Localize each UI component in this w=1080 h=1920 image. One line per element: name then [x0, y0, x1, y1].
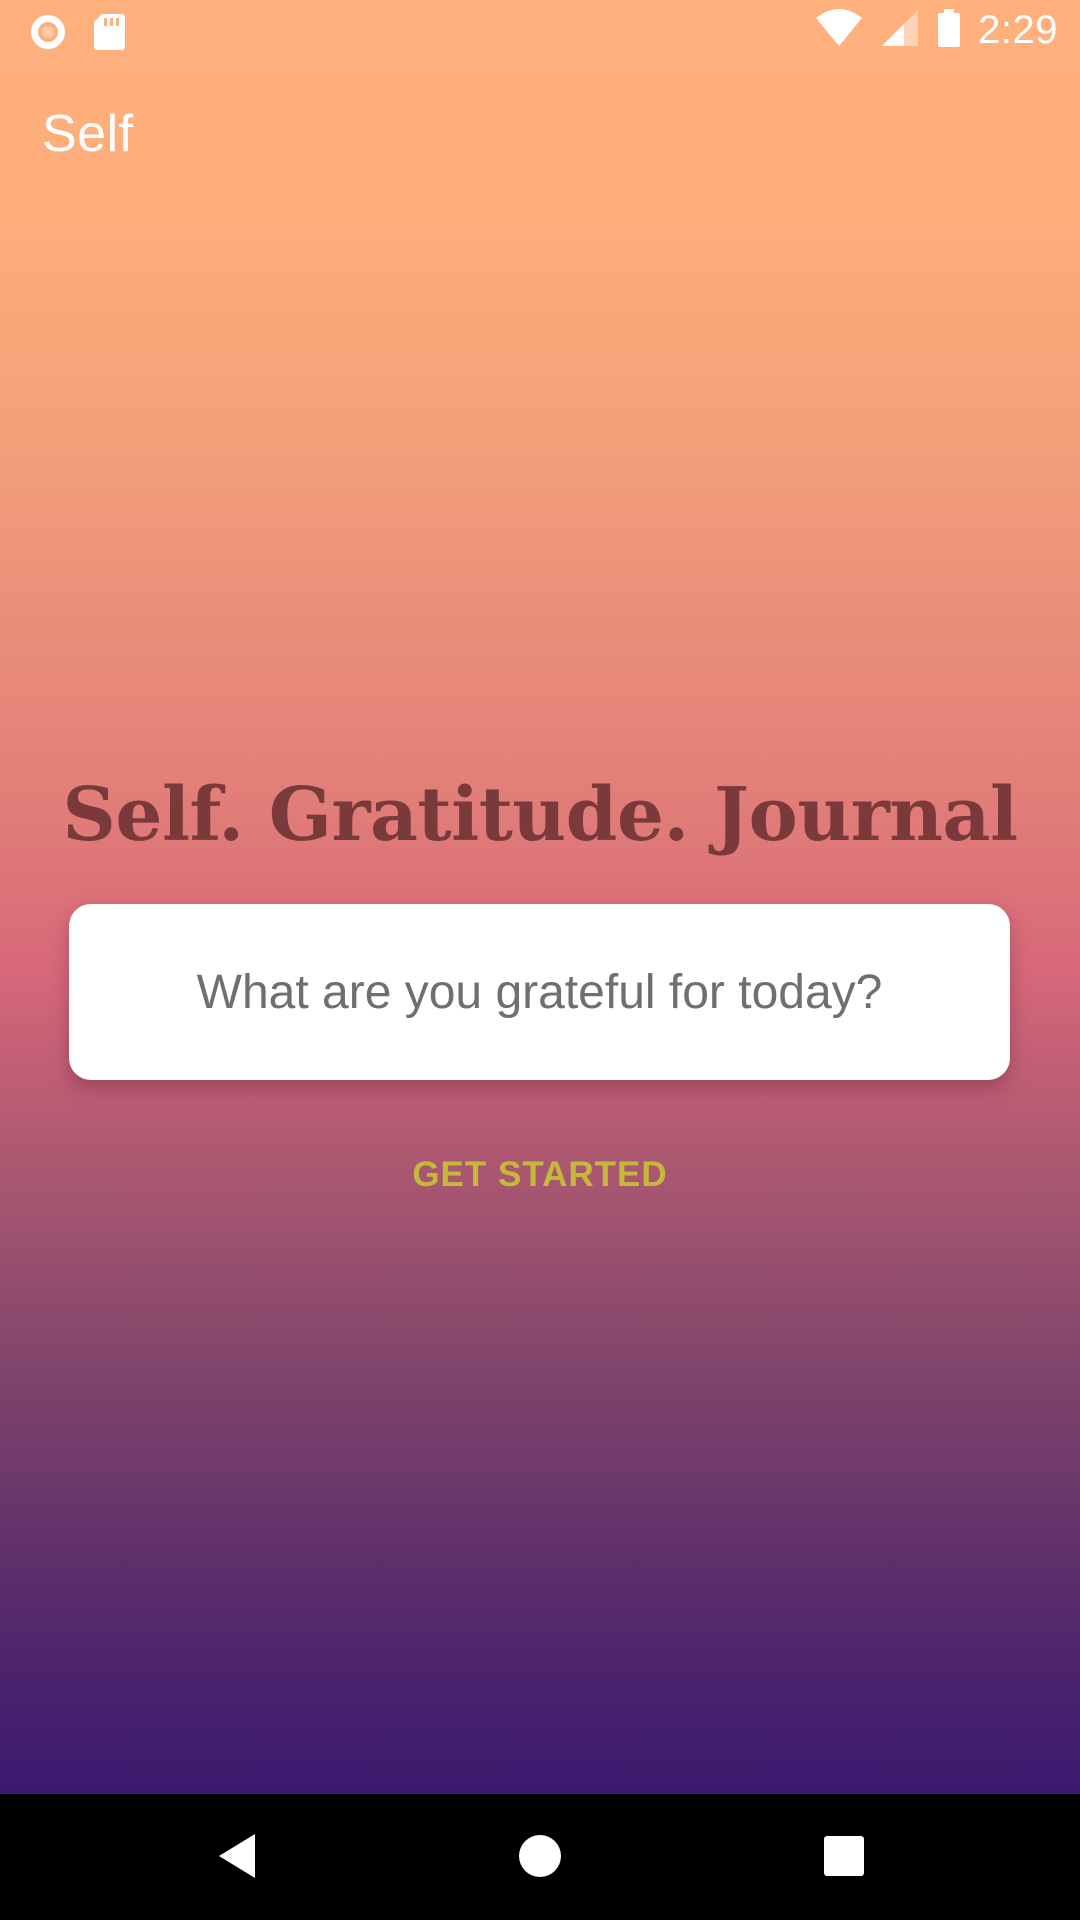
status-right-icons: 2:29 [814, 8, 1058, 53]
recents-button[interactable] [774, 1794, 914, 1920]
sd-card-icon [92, 12, 126, 57]
record-icon [28, 12, 68, 57]
prompt-card[interactable]: What are you grateful for today? [69, 904, 1010, 1080]
status-left-icons [28, 12, 126, 57]
headline: Self. Gratitude. Journal [62, 772, 1018, 858]
recents-icon [823, 1835, 865, 1880]
app-title: Self [42, 105, 134, 163]
wifi-icon [814, 8, 864, 53]
prompt-text: What are you grateful for today? [196, 965, 883, 1019]
status-bar: 2:29 [0, 0, 1080, 63]
home-icon [517, 1833, 563, 1882]
app-screen: 2:29 Self Self. Gratitude. Journal What … [0, 0, 1080, 1794]
battery-icon [936, 8, 962, 53]
back-button[interactable] [167, 1794, 307, 1920]
home-button[interactable] [470, 1794, 610, 1920]
cell-signal-icon [880, 8, 920, 53]
get-started-button[interactable]: GET STARTED [340, 1140, 740, 1210]
back-icon [215, 1832, 259, 1883]
status-time: 2:29 [978, 8, 1058, 52]
navigation-bar [0, 1794, 1080, 1920]
